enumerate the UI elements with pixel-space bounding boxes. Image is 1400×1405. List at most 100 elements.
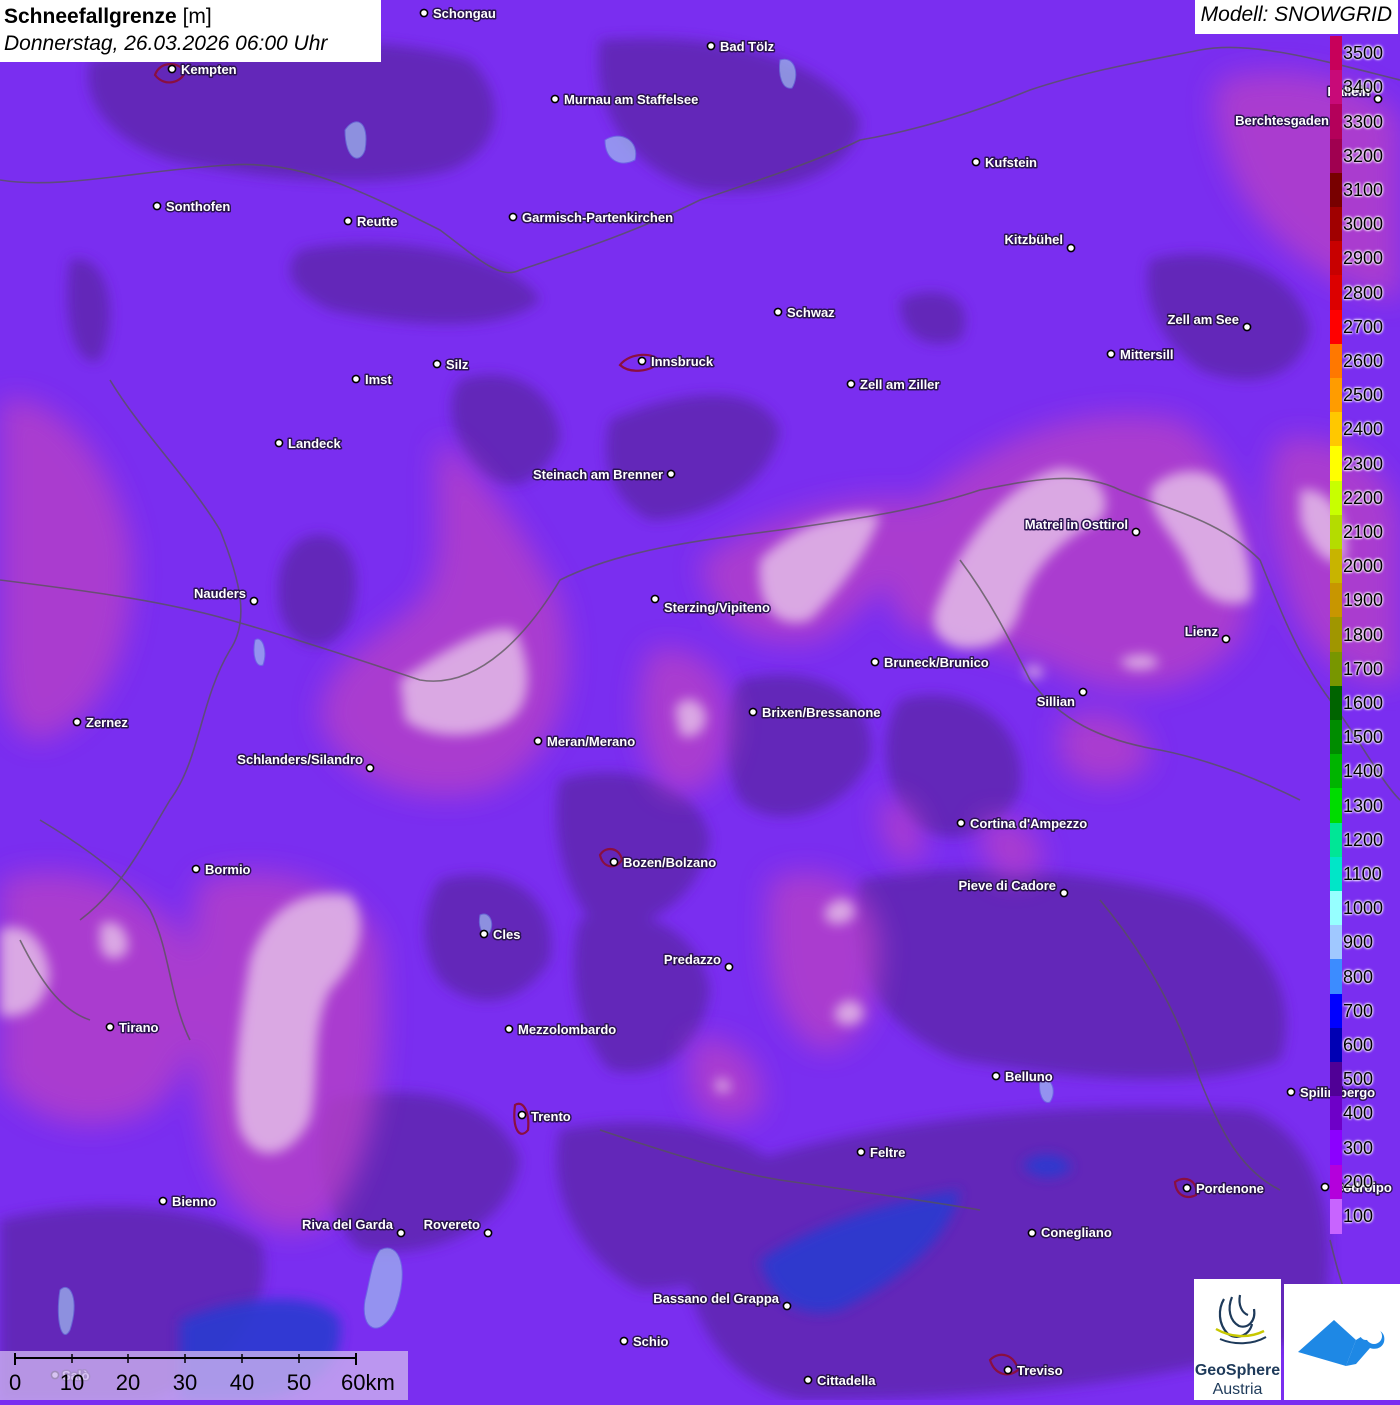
city-marker[interactable]: Cortina d'Ampezzo [956,815,1089,833]
city-label: Sillian [1037,694,1075,709]
city-marker[interactable]: Pordenone [1182,1180,1265,1198]
legend-label: 500 [1343,1069,1374,1090]
legend-label: 700 [1343,1000,1374,1021]
map-title-panel: Schneefallgrenze [m] Donnerstag, 26.03.2… [0,0,381,62]
city-dot-icon [1131,527,1141,537]
city-dot-icon [72,717,82,727]
legend-swatch [1330,993,1342,1029]
legend-label: 3000 [1343,214,1384,235]
city-marker[interactable]: Steinach am Brenner [531,466,676,484]
city-label: Mezzolombardo [518,1022,616,1037]
legend-label: 2400 [1343,419,1384,440]
scale-bar-label: 20 [115,1370,141,1395]
city-marker[interactable]: Bozen/Bolzano [609,854,718,872]
city-dot-icon [191,864,201,874]
legend-label: 1200 [1343,829,1384,850]
scale-bar-label: 60km [341,1370,395,1395]
city-label: Kufstein [985,155,1037,170]
city-marker[interactable]: Zell am Ziller [846,376,941,394]
city-marker[interactable]: Murnau am Staffelsee [550,91,700,109]
city-marker[interactable]: Berchtesgaden [1234,112,1342,130]
legend-label: 900 [1343,932,1374,953]
city-label: Cles [493,927,520,942]
city-marker[interactable]: Bruneck/Brunico [870,654,990,672]
geosphere-logo-icon [1215,1294,1267,1345]
legend-label: 1800 [1343,624,1384,645]
legend-label: 2100 [1343,521,1384,542]
city-dot-icon [1242,322,1252,332]
legend-label: 100 [1343,1205,1374,1226]
city-dot-icon [483,1228,493,1238]
city-marker[interactable]: Garmisch-Partenkirchen [508,209,675,227]
legend-swatch [1330,1062,1342,1097]
city-label: Conegliano [1041,1225,1112,1240]
legend-swatch [1330,172,1342,208]
legend-swatch [1330,651,1342,687]
city-dot-icon [533,736,543,746]
legend-swatch [1330,549,1342,584]
legend-swatch [1330,514,1342,550]
legend-label: 2500 [1343,385,1384,406]
legend-label: 1500 [1343,727,1384,748]
city-dot-icon [517,1110,527,1120]
legend-swatch [1330,1198,1342,1234]
city-label: Imst [365,372,392,387]
legend-label: 1000 [1343,898,1384,919]
city-dot-icon [419,8,429,18]
city-marker[interactable]: Conegliano [1027,1224,1113,1242]
city-dot-icon [870,657,880,667]
city-dot-icon [396,1228,406,1238]
city-dot-icon [432,359,442,369]
city-dot-icon [856,1147,866,1157]
city-label: Steinach am Brenner [533,467,663,482]
city-dot-icon [650,594,660,604]
city-label: Schongau [433,6,496,21]
city-dot-icon [1320,1182,1330,1192]
legend-swatch [1330,891,1342,926]
city-label: Schio [633,1334,668,1349]
city-label: Sterzing/Vipiteno [664,600,770,615]
city-dot-icon [1027,1228,1037,1238]
geosphere-logo[interactable]: GeoSphere Austria [1194,1279,1281,1400]
city-label: Sonthofen [166,199,230,214]
city-dot-icon [167,64,177,74]
city-dot-icon [637,356,647,366]
legend-swatch [1330,1027,1342,1063]
city-label: Garmisch-Partenkirchen [522,210,673,225]
legend-swatch [1330,207,1342,242]
scale-bar-label: 0 [9,1370,22,1395]
city-label: Rovereto [424,1217,480,1232]
city-dot-icon [803,1375,813,1385]
scale-bar-label: 50 [286,1370,312,1395]
map-datetime: Donnerstag, 26.03.2026 06:00 Uhr [4,32,328,55]
legend-label: 1700 [1343,658,1384,679]
scale-bar-label: 40 [229,1370,255,1395]
legend-label: 2300 [1343,453,1384,474]
city-dot-icon [1066,243,1076,253]
legend-swatch [1330,1096,1342,1131]
color-legend [1330,36,1342,1234]
legend-label: 800 [1343,966,1374,987]
city-label: Matrei in Osttirol [1025,517,1128,532]
city-label: Riva del Garda [302,1217,394,1232]
legend-swatch [1330,959,1342,995]
app-logo[interactable] [1284,1284,1400,1400]
snowfall-line-map[interactable]: Schongau Kempten Bad Tölz Murnau am Staffel… [0,0,1400,1400]
city-marker[interactable]: Meran/Merano [533,733,637,751]
legend-label: 2800 [1343,282,1384,303]
city-marker[interactable]: Brixen/Bressanone [748,704,882,722]
legend-swatch [1330,480,1342,516]
city-dot-icon [1286,1087,1296,1097]
legend-swatch [1330,822,1342,858]
city-label: Innsbruck [651,354,714,369]
city-marker[interactable]: Mezzolombardo [504,1021,618,1039]
legend-swatch [1330,720,1342,755]
city-dot-icon [773,307,783,317]
city-label: Schwaz [787,305,835,320]
legend-swatch [1330,617,1342,653]
legend-swatch [1330,275,1342,311]
scale-bar-label: 30 [172,1370,198,1395]
legend-label: 2600 [1343,350,1384,371]
map-title-variable: Schneefallgrenze [4,5,177,28]
city-dot-icon [351,374,361,384]
